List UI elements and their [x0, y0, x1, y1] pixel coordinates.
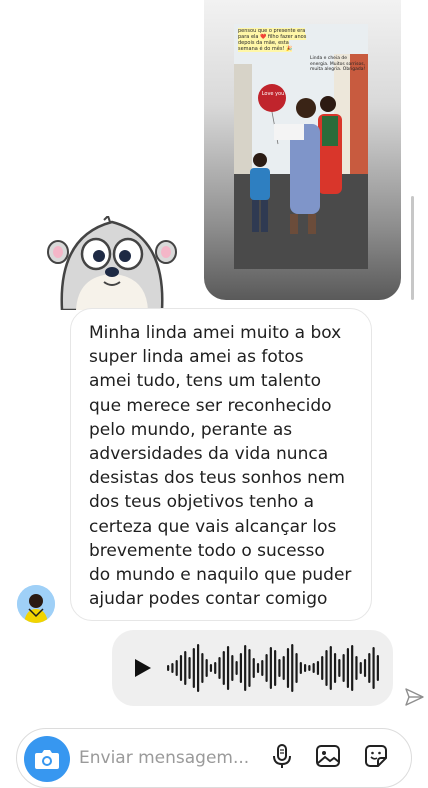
waveform-bar	[338, 659, 341, 677]
waveform-bar	[321, 656, 324, 680]
waveform-bar	[342, 654, 345, 682]
waveform-bar	[291, 644, 294, 692]
waveform-bar	[278, 659, 281, 677]
waveform-bar	[252, 658, 255, 678]
waveform-bar	[201, 653, 204, 683]
audio-waveform[interactable]	[166, 642, 380, 694]
avatar-image	[17, 585, 55, 623]
waveform-bar	[197, 644, 200, 692]
otter-sticker	[47, 216, 177, 310]
message-composer	[16, 728, 412, 788]
message-input[interactable]	[79, 743, 259, 773]
waveform-bar	[359, 662, 362, 674]
waveform-bar	[175, 660, 178, 676]
shared-story-card[interactable]: pensou que o presente era para ela ❤️ fi…	[204, 0, 401, 300]
waveform-bar	[351, 645, 354, 691]
waveform-bar	[171, 663, 174, 673]
microphone-icon[interactable]	[268, 742, 296, 770]
voice-message[interactable]	[112, 630, 393, 706]
scroll-indicator	[411, 196, 414, 300]
message-bubble[interactable]: Minha linda amei muito a box super linda…	[70, 308, 372, 621]
balloon-text: Love you	[261, 91, 285, 97]
camera-icon	[35, 750, 59, 769]
waveform-bar	[329, 646, 332, 690]
waveform-bar	[218, 657, 221, 679]
waveform-bar	[256, 663, 260, 673]
waveform-bar	[308, 665, 311, 671]
waveform-bar	[248, 649, 251, 687]
waveform-bar	[376, 655, 379, 681]
waveform-bar	[222, 651, 225, 685]
waveform-bar	[265, 654, 268, 682]
waveform-bar	[269, 647, 272, 689]
waveform-bar	[333, 653, 337, 683]
waveform-bar	[167, 665, 170, 671]
waveform-bar	[209, 664, 213, 672]
camera-button[interactable]	[24, 736, 70, 782]
waveform-bar	[355, 656, 358, 680]
waveform-bar	[304, 664, 307, 672]
waveform-bar	[231, 655, 234, 681]
waveform-bar	[368, 653, 371, 683]
gallery-icon[interactable]	[314, 742, 342, 770]
waveform-bar	[325, 650, 328, 686]
waveform-bar	[244, 645, 247, 691]
waveform-bar	[363, 659, 367, 677]
waveform-bar	[184, 651, 187, 685]
waveform-bar	[188, 657, 191, 679]
waveform-bar	[235, 661, 238, 675]
waveform-bar	[286, 648, 290, 688]
waveform-bar	[274, 650, 277, 686]
send-arrow-icon[interactable]	[404, 688, 424, 706]
story-photo: pensou que o presente era para ela ❤️ fi…	[234, 24, 368, 269]
waveform-bar	[214, 662, 217, 674]
play-icon[interactable]	[130, 656, 154, 680]
story-note: Linda e cheia de energia. Muitos sorriso…	[310, 56, 366, 72]
waveform-bar	[316, 661, 320, 675]
waveform-bar	[192, 648, 195, 688]
waveform-bar	[312, 663, 315, 673]
sticker-icon[interactable]	[362, 742, 390, 770]
waveform-bar	[261, 660, 264, 676]
waveform-bar	[226, 646, 230, 690]
waveform-bar	[282, 656, 285, 680]
waveform-bar	[179, 655, 183, 681]
waveform-bar	[205, 659, 208, 677]
sender-avatar[interactable]	[17, 585, 55, 623]
story-caption: pensou que o presente era para ela ❤️ fi…	[238, 28, 307, 52]
waveform-bar	[295, 653, 298, 683]
waveform-bar	[239, 653, 242, 683]
message-text: Minha linda amei muito a box super linda…	[89, 323, 352, 610]
waveform-bar	[299, 662, 302, 674]
waveform-bar	[372, 647, 375, 689]
waveform-bar	[346, 648, 349, 688]
